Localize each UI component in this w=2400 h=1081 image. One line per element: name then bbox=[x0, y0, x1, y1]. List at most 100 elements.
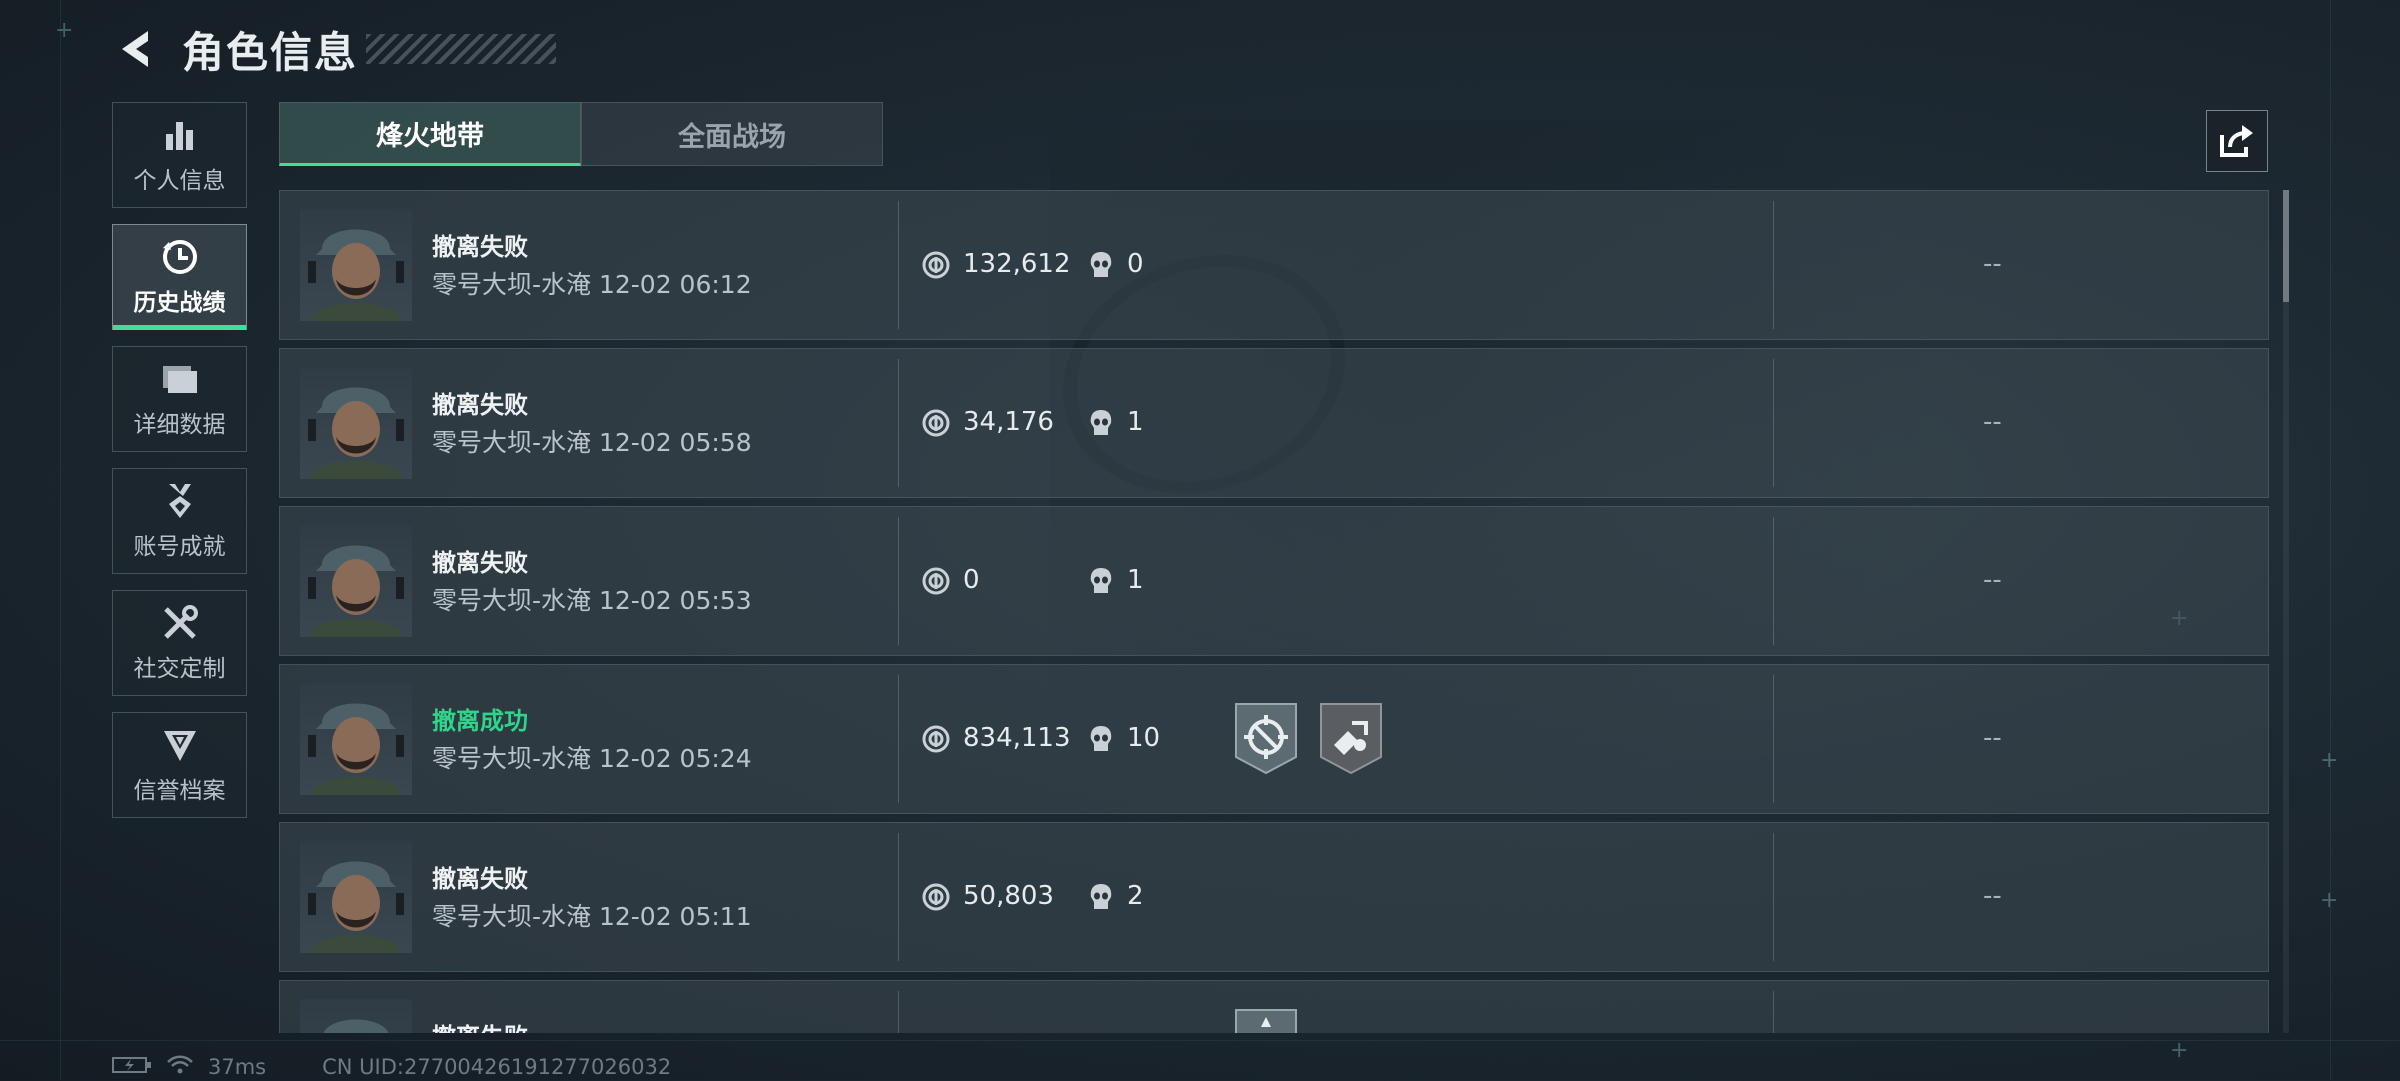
column-divider bbox=[1773, 675, 1774, 803]
extra-info: -- bbox=[1983, 565, 2002, 595]
back-button[interactable] bbox=[110, 25, 158, 73]
map-and-time: 零号大坝-水淹 12-02 06:12 bbox=[432, 270, 752, 299]
asset-value: 0 bbox=[963, 565, 980, 595]
extraction-result: 撤离失败 bbox=[432, 233, 528, 261]
partial-badge-icon[interactable] bbox=[1233, 1007, 1299, 1033]
scrollbar-thumb[interactable] bbox=[2283, 190, 2289, 302]
demolition-badge-icon[interactable] bbox=[1318, 701, 1384, 779]
column-divider bbox=[1773, 517, 1774, 645]
match-record-list[interactable]: 撤离失败 零号大坝-水淹 12-02 06:12 132,612 0 -- 撤离… bbox=[279, 190, 2269, 1033]
map-and-time: 零号大坝-水淹 12-02 05:58 bbox=[432, 428, 752, 457]
match-record-row[interactable]: 撤离失败 零号大坝-水淹 12-02 05:11 50,803 2 -- bbox=[279, 822, 2269, 972]
column-divider bbox=[1773, 833, 1774, 961]
bg-grid-line bbox=[60, 0, 61, 1080]
column-divider bbox=[1773, 201, 1774, 329]
match-record-row[interactable]: 撤离失败 零号大坝-水淹 12-02 05:53 0 1 -- bbox=[279, 506, 2269, 656]
map-and-time: 零号大坝-水淹 12-02 05:24 bbox=[432, 744, 752, 773]
sidebar-item-label: 信誉档案 bbox=[133, 778, 226, 804]
operator-avatar bbox=[300, 683, 412, 795]
skull-icon bbox=[1088, 882, 1114, 916]
share-button[interactable] bbox=[2206, 110, 2268, 172]
sidebar: 个人信息 历史战绩 详细数据 账号成就 社交定制 信誉档案 bbox=[112, 102, 249, 834]
kill-count: 10 bbox=[1127, 723, 1161, 753]
bg-crosshair-mark: + bbox=[2320, 748, 2339, 773]
list-scrollbar[interactable] bbox=[2283, 190, 2289, 1033]
clock-history-icon bbox=[161, 237, 199, 277]
bar-chart-icon bbox=[163, 115, 197, 155]
skull-icon bbox=[1088, 724, 1114, 758]
column-divider bbox=[898, 675, 899, 803]
kill-count: 1 bbox=[1127, 565, 1144, 595]
sidebar-item-detailed-data[interactable]: 详细数据 bbox=[112, 346, 247, 452]
kill-count: 0 bbox=[1127, 249, 1144, 279]
wifi-icon bbox=[166, 1054, 194, 1081]
share-icon bbox=[2220, 125, 2253, 157]
sidebar-item-social-custom[interactable]: 社交定制 bbox=[112, 590, 247, 696]
sidebar-item-label: 社交定制 bbox=[133, 656, 226, 682]
ping-readout: 37ms bbox=[208, 1055, 267, 1079]
extraction-result: 撤离成功 bbox=[432, 707, 528, 735]
extraction-result: 撤离失败 bbox=[432, 1017, 528, 1033]
battery-charging-icon bbox=[112, 1055, 152, 1080]
coin-icon bbox=[922, 409, 950, 441]
extra-info: -- bbox=[1983, 881, 2002, 911]
operator-avatar bbox=[300, 841, 412, 953]
shield-emblem-icon bbox=[162, 725, 198, 765]
medal-icon bbox=[163, 481, 197, 521]
operator-avatar bbox=[300, 367, 412, 479]
tab-havoc-zone[interactable]: 烽火地带 bbox=[279, 102, 581, 166]
bg-grid-line bbox=[0, 1040, 2400, 1041]
bg-crosshair-mark: + bbox=[55, 18, 74, 43]
coin-icon bbox=[922, 251, 950, 283]
match-record-row[interactable]: 撤离失败 bbox=[279, 980, 2269, 1033]
coin-icon bbox=[922, 725, 950, 757]
sidebar-item-label: 账号成就 bbox=[133, 534, 226, 560]
asset-value: 50,803 bbox=[963, 881, 1054, 911]
column-divider bbox=[898, 991, 899, 1033]
tab-full-battlefield[interactable]: 全面战场 bbox=[581, 102, 883, 166]
extra-info: -- bbox=[1983, 723, 2002, 753]
kill-count: 2 bbox=[1127, 881, 1144, 911]
operator-avatar bbox=[300, 525, 412, 637]
kill-count: 1 bbox=[1127, 407, 1144, 437]
column-divider bbox=[1773, 359, 1774, 487]
sidebar-item-credit-record[interactable]: 信誉档案 bbox=[112, 712, 247, 818]
map-and-time: 零号大坝-水淹 12-02 05:11 bbox=[432, 902, 752, 931]
bg-crosshair-mark: + bbox=[2170, 1038, 2189, 1063]
back-arrow-icon bbox=[122, 31, 148, 67]
column-divider bbox=[1773, 991, 1774, 1033]
page-header: 角色信息 bbox=[110, 18, 557, 80]
tools-icon bbox=[161, 603, 199, 643]
page-title: 角色信息 bbox=[182, 27, 359, 77]
status-bar: 37ms CN UID:27700426191277026032 bbox=[112, 1054, 671, 1080]
asset-value: 132,612 bbox=[963, 249, 1071, 279]
title-decoration-stripes bbox=[366, 34, 557, 64]
extraction-result: 撤离失败 bbox=[432, 549, 528, 577]
match-record-row[interactable]: 撤离失败 零号大坝-水淹 12-02 06:12 132,612 0 -- bbox=[279, 190, 2269, 340]
map-and-time: 零号大坝-水淹 12-02 05:53 bbox=[432, 586, 752, 615]
bg-grid-line bbox=[2330, 0, 2331, 1080]
skull-icon bbox=[1088, 566, 1114, 600]
coin-icon bbox=[922, 567, 950, 599]
sidebar-item-label: 个人信息 bbox=[133, 168, 226, 194]
skull-icon bbox=[1088, 408, 1114, 442]
player-uid: CN UID:27700426191277026032 bbox=[322, 1055, 672, 1079]
column-divider bbox=[898, 359, 899, 487]
column-divider bbox=[898, 517, 899, 645]
column-divider bbox=[898, 833, 899, 961]
sidebar-item-label: 详细数据 bbox=[133, 412, 226, 438]
coin-icon bbox=[922, 883, 950, 915]
match-record-row[interactable]: 撤离成功 零号大坝-水淹 12-02 05:24 834,113 10 -- bbox=[279, 664, 2269, 814]
asset-value: 834,113 bbox=[963, 723, 1071, 753]
sidebar-item-personal-info[interactable]: 个人信息 bbox=[112, 102, 247, 208]
sidebar-item-achievements[interactable]: 账号成就 bbox=[112, 468, 247, 574]
operator-avatar bbox=[300, 999, 412, 1033]
bg-crosshair-mark: + bbox=[2320, 888, 2339, 913]
extraction-result: 撤离失败 bbox=[432, 865, 528, 893]
folder-icon bbox=[161, 359, 199, 399]
mode-tabs: 烽火地带 全面战场 bbox=[279, 102, 883, 166]
skull-icon bbox=[1088, 250, 1114, 284]
crosshair-badge-icon[interactable] bbox=[1233, 701, 1299, 779]
sidebar-item-match-history[interactable]: 历史战绩 bbox=[112, 224, 247, 330]
match-record-row[interactable]: 撤离失败 零号大坝-水淹 12-02 05:58 34,176 1 -- bbox=[279, 348, 2269, 498]
